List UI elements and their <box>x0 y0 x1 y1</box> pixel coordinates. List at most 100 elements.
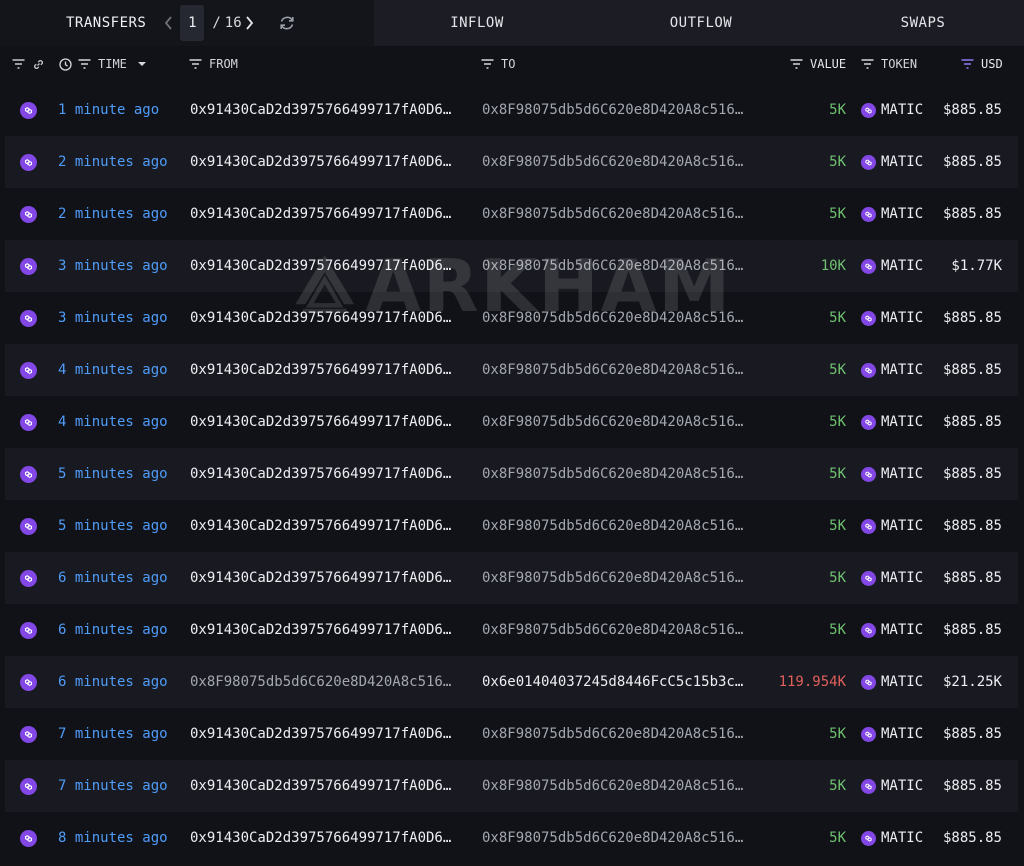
table-row[interactable]: 7 minutes ago 0x91430CaD2d3975766499717fA… <box>5 708 1018 760</box>
transfer-value-text: 5K <box>829 414 846 430</box>
to-address[interactable]: 0x8F98075db5d6C620e8D420A8c516… <box>482 292 760 344</box>
to-address[interactable]: 0x6e01404037245d8446FcC5c15b3c… <box>482 656 760 708</box>
from-address[interactable]: 0x91430CaD2d3975766499717fA0D6… <box>190 708 468 760</box>
from-address[interactable]: 0x91430CaD2d3975766499717fA0D6… <box>190 84 468 136</box>
table-row[interactable]: 6 minutes ago 0x91430CaD2d3975766499717fA… <box>5 604 1018 656</box>
value-column-header[interactable]: VALUE <box>790 46 846 82</box>
to-address[interactable]: 0x8F98075db5d6C620e8D420A8c516… <box>482 136 760 188</box>
table-row[interactable]: 2 minutes ago 0x91430CaD2d3975766499717fA… <box>5 136 1018 188</box>
transfer-time-link[interactable]: 3 minutes ago <box>58 292 168 344</box>
token-cell[interactable]: MATIC <box>861 188 923 240</box>
filter-icon <box>481 59 494 69</box>
token-cell[interactable]: MATIC <box>861 500 923 552</box>
usd-value: $1.77K <box>951 258 1002 274</box>
filter-link-column[interactable] <box>12 46 45 82</box>
to-address[interactable]: 0x8F98075db5d6C620e8D420A8c516… <box>482 188 760 240</box>
transfer-time-link[interactable]: 6 minutes ago <box>58 656 168 708</box>
from-address[interactable]: 0x91430CaD2d3975766499717fA0D6… <box>190 604 468 656</box>
to-address[interactable]: 0x8F98075db5d6C620e8D420A8c516… <box>482 448 760 500</box>
refresh-icon[interactable] <box>278 14 296 32</box>
to-address[interactable]: 0x8F98075db5d6C620e8D420A8c516… <box>482 344 760 396</box>
to-address[interactable]: 0x8F98075db5d6C620e8D420A8c516… <box>482 396 760 448</box>
from-address[interactable]: 0x91430CaD2d3975766499717fA0D6… <box>190 500 468 552</box>
from-column-header[interactable]: FROM <box>189 46 238 82</box>
matic-token-icon <box>20 725 37 743</box>
value-header-label: VALUE <box>810 57 847 71</box>
token-cell[interactable]: MATIC <box>861 396 923 448</box>
table-row[interactable]: 4 minutes ago 0x91430CaD2d3975766499717fA… <box>5 396 1018 448</box>
token-cell[interactable]: MATIC <box>861 448 923 500</box>
transfer-time-link[interactable]: 6 minutes ago <box>58 552 168 604</box>
transfer-time-link[interactable]: 5 minutes ago <box>58 500 168 552</box>
transfer-time-link[interactable]: 4 minutes ago <box>58 396 168 448</box>
token-cell[interactable]: MATIC <box>861 292 923 344</box>
token-cell[interactable]: MATIC <box>861 84 923 136</box>
next-page-button[interactable] <box>242 12 258 34</box>
table-row[interactable]: 5 minutes ago 0x91430CaD2d3975766499717fA… <box>5 448 1018 500</box>
from-address[interactable]: 0x91430CaD2d3975766499717fA0D6… <box>190 396 468 448</box>
token-cell[interactable]: MATIC <box>861 604 923 656</box>
table-row[interactable]: 2 minutes ago 0x91430CaD2d3975766499717fA… <box>5 188 1018 240</box>
to-column-header[interactable]: TO <box>481 46 515 82</box>
token-cell[interactable]: MATIC <box>861 708 923 760</box>
from-address[interactable]: 0x91430CaD2d3975766499717fA0D6… <box>190 812 468 864</box>
to-address[interactable]: 0x8F98075db5d6C620e8D420A8c516… <box>482 552 760 604</box>
transfer-time-link[interactable]: 8 minutes ago <box>58 812 168 864</box>
transfer-time-link[interactable]: 2 minutes ago <box>58 188 168 240</box>
table-row[interactable]: 3 minutes ago 0x91430CaD2d3975766499717fA… <box>5 292 1018 344</box>
transfer-value: 5K <box>829 396 846 448</box>
to-address[interactable]: 0x8F98075db5d6C620e8D420A8c516… <box>482 812 760 864</box>
matic-token-icon <box>20 101 37 119</box>
from-address[interactable]: 0x91430CaD2d3975766499717fA0D6… <box>190 240 468 292</box>
token-cell[interactable]: MATIC <box>861 344 923 396</box>
transfer-time-link[interactable]: 5 minutes ago <box>58 448 168 500</box>
tab-inflow[interactable]: INFLOW <box>374 0 580 46</box>
from-address[interactable]: 0x91430CaD2d3975766499717fA0D6… <box>190 136 468 188</box>
to-address[interactable]: 0x8F98075db5d6C620e8D420A8c516… <box>482 84 760 136</box>
from-address[interactable]: 0x8F98075db5d6C620e8D420A8c516… <box>190 656 468 708</box>
transfer-value-text: 5K <box>829 154 846 170</box>
table-row[interactable]: 6 minutes ago 0x8F98075db5d6C620e8D420A8c… <box>5 656 1018 708</box>
from-address[interactable]: 0x91430CaD2d3975766499717fA0D6… <box>190 344 468 396</box>
to-address[interactable]: 0x8F98075db5d6C620e8D420A8c516… <box>482 604 760 656</box>
to-address[interactable]: 0x8F98075db5d6C620e8D420A8c516… <box>482 240 760 292</box>
token-cell[interactable]: MATIC <box>861 812 923 864</box>
usd-value: $885.85 <box>942 466 1002 482</box>
transfer-time-link[interactable]: 7 minutes ago <box>58 708 168 760</box>
from-address[interactable]: 0x91430CaD2d3975766499717fA0D6… <box>190 552 468 604</box>
from-address[interactable]: 0x91430CaD2d3975766499717fA0D6… <box>190 448 468 500</box>
table-row[interactable]: 6 minutes ago 0x91430CaD2d3975766499717fA… <box>5 552 1018 604</box>
tab-swaps[interactable]: SWAPS <box>822 0 1024 46</box>
prev-page-button[interactable] <box>160 12 176 34</box>
from-address[interactable]: 0x91430CaD2d3975766499717fA0D6… <box>190 292 468 344</box>
transfer-time-link[interactable]: 7 minutes ago <box>58 760 168 812</box>
table-row[interactable]: 1 minute ago 0x91430CaD2d3975766499717fA0… <box>5 84 1018 136</box>
token-cell[interactable]: MATIC <box>861 240 923 292</box>
token-column-header[interactable]: TOKEN <box>861 46 917 82</box>
to-address[interactable]: 0x8F98075db5d6C620e8D420A8c516… <box>482 500 760 552</box>
transfer-time-link[interactable]: 2 minutes ago <box>58 136 168 188</box>
time-column-header[interactable]: TIME <box>59 46 147 82</box>
transfer-time-link[interactable]: 6 minutes ago <box>58 604 168 656</box>
to-address[interactable]: 0x8F98075db5d6C620e8D420A8c516… <box>482 760 760 812</box>
page-number-input[interactable]: 1 <box>180 5 205 41</box>
token-cell[interactable]: MATIC <box>861 136 923 188</box>
tab-outflow[interactable]: OUTFLOW <box>580 0 822 46</box>
table-row[interactable]: 7 minutes ago 0x91430CaD2d3975766499717fA… <box>5 760 1018 812</box>
table-row[interactable]: 3 minutes ago 0x91430CaD2d3975766499717fA… <box>5 240 1018 292</box>
table-row[interactable]: 5 minutes ago 0x91430CaD2d3975766499717fA… <box>5 500 1018 552</box>
from-address[interactable]: 0x91430CaD2d3975766499717fA0D6… <box>190 760 468 812</box>
token-cell[interactable]: MATIC <box>861 656 923 708</box>
table-row[interactable]: 4 minutes ago 0x91430CaD2d3975766499717fA… <box>5 344 1018 396</box>
token-symbol: MATIC <box>881 830 924 846</box>
transfer-time-link[interactable]: 3 minutes ago <box>58 240 168 292</box>
from-address[interactable]: 0x91430CaD2d3975766499717fA0D6… <box>190 188 468 240</box>
transfer-time-link[interactable]: 4 minutes ago <box>58 344 168 396</box>
token-cell[interactable]: MATIC <box>861 760 923 812</box>
token-cell[interactable]: MATIC <box>861 552 923 604</box>
table-row[interactable]: 8 minutes ago 0x91430CaD2d3975766499717fA… <box>5 812 1018 864</box>
to-address[interactable]: 0x8F98075db5d6C620e8D420A8c516… <box>482 708 760 760</box>
transfer-time-link[interactable]: 1 minute ago <box>58 84 159 136</box>
token-symbol: MATIC <box>881 154 924 170</box>
usd-column-header[interactable]: USD <box>961 46 1003 82</box>
